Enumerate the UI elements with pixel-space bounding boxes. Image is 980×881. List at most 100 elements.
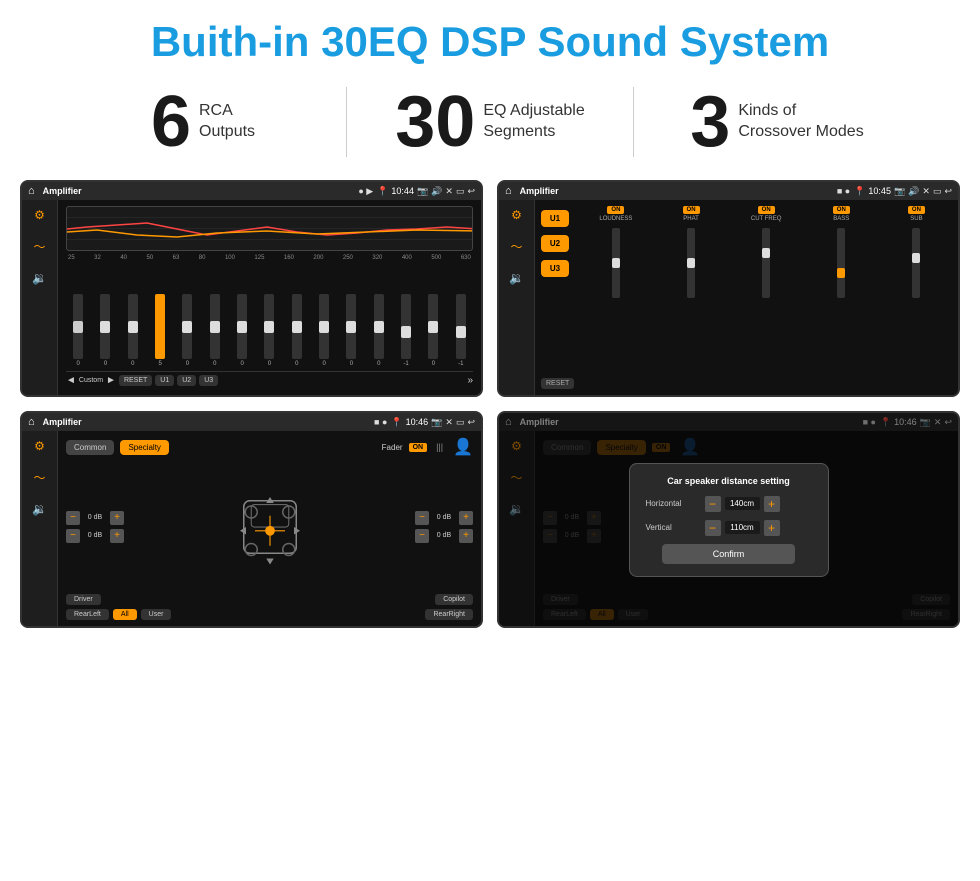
- fader-tab-common[interactable]: Common: [66, 440, 114, 455]
- eq-slider-5[interactable]: 0: [210, 294, 220, 367]
- dialog-horizontal-row: Horizontal − 140cm +: [646, 496, 812, 512]
- eq-left-sidebar: ⚙ 〜 🔉: [22, 200, 58, 395]
- fader-sidebar-speaker[interactable]: 🔉: [32, 502, 47, 516]
- eq-slider-2[interactable]: 0: [128, 294, 138, 367]
- fader-home-icon[interactable]: ⌂: [28, 416, 35, 428]
- fader-status-icons: 📍 10:46 📷 ✕ ▭ ↩: [391, 417, 475, 428]
- fader-top: Common Specialty Fader ON ||| 👤: [66, 437, 473, 457]
- loudness-on: ON: [607, 206, 624, 214]
- fader-time: 10:46: [406, 417, 429, 427]
- fader-db-control-2: − 0 dB +: [415, 511, 473, 525]
- fader-db-plus-2[interactable]: +: [459, 511, 473, 525]
- crossover-u2-btn[interactable]: U2: [541, 235, 569, 252]
- x-icon: ✕: [445, 186, 453, 197]
- fader-label: Fader: [382, 443, 403, 452]
- eq-slider-1[interactable]: 0: [100, 294, 110, 367]
- eq-prev-arrow[interactable]: ◄: [66, 375, 76, 386]
- fader-db-minus-0[interactable]: −: [66, 511, 80, 525]
- fader-db-minus-2[interactable]: −: [415, 511, 429, 525]
- eq-slider-8[interactable]: 0: [292, 294, 302, 367]
- eq-slider-11[interactable]: 0: [374, 294, 384, 367]
- crossover-home-icon[interactable]: ⌂: [505, 185, 512, 197]
- fader-sidebar-wave[interactable]: 〜: [33, 469, 45, 486]
- cutfreq-ctrl: ON CUT FREQ: [731, 206, 802, 389]
- fader-db-plus-1[interactable]: +: [110, 529, 124, 543]
- eq-slider-3[interactable]: 5: [155, 294, 165, 367]
- fader-sidebar-tune[interactable]: ⚙: [34, 439, 45, 453]
- dialog-vertical-row: Vertical − 110cm +: [646, 520, 812, 536]
- crossover-sidebar-wave[interactable]: 〜: [510, 238, 522, 255]
- dialog-confirm-button[interactable]: Confirm: [662, 544, 795, 564]
- fader-db-minus-1[interactable]: −: [66, 529, 80, 543]
- fader-db-plus-3[interactable]: +: [459, 529, 473, 543]
- volume-icon: 🔊: [431, 186, 442, 197]
- bass-slider[interactable]: [806, 224, 877, 302]
- eq-slider-13[interactable]: 0: [428, 294, 438, 367]
- dialog-box: Car speaker distance setting Horizontal …: [629, 463, 829, 577]
- fader-copilot-btn[interactable]: Copilot: [435, 594, 473, 605]
- eq-sidebar-tune[interactable]: ⚙: [34, 208, 45, 222]
- crossover-x-icon: ✕: [922, 186, 930, 197]
- crossover-sidebar-tune[interactable]: ⚙: [511, 208, 522, 222]
- eq-slider-6[interactable]: 0: [237, 294, 247, 367]
- car-diagram-svg: [225, 482, 315, 572]
- fader-app-name: Amplifier: [43, 417, 370, 427]
- crossover-reset-btn[interactable]: RESET: [541, 378, 574, 389]
- phat-slider[interactable]: [655, 224, 726, 302]
- back-icon[interactable]: ↩: [467, 186, 475, 197]
- eq-u3-btn[interactable]: U3: [199, 375, 218, 386]
- fader-tab-specialty[interactable]: Specialty: [120, 440, 168, 455]
- stat-number-rca: 6: [151, 86, 191, 158]
- dialog-horizontal-minus[interactable]: −: [705, 496, 721, 512]
- fader-db-plus-0[interactable]: +: [110, 511, 124, 525]
- cutfreq-slider[interactable]: [731, 224, 802, 302]
- eq-u1-btn[interactable]: U1: [155, 375, 174, 386]
- eq-u2-btn[interactable]: U2: [177, 375, 196, 386]
- stats-row: 6 RCA Outputs 30 EQ Adjustable Segments …: [0, 76, 980, 176]
- dialog-horizontal-plus[interactable]: +: [764, 496, 780, 512]
- bass-ctrl: ON BASS: [806, 206, 877, 389]
- eq-slider-12[interactable]: -1: [401, 294, 411, 367]
- fader-rearright-btn[interactable]: RearRight: [425, 609, 473, 620]
- eq-sidebar-speaker[interactable]: 🔉: [32, 271, 47, 285]
- crossover-u1-btn[interactable]: U1: [541, 210, 569, 227]
- eq-dots: ● ▶: [358, 186, 373, 197]
- crossover-sidebar-speaker[interactable]: 🔉: [509, 271, 524, 285]
- fader-driver-btn[interactable]: Driver: [66, 594, 101, 605]
- fader-bottom-buttons-2: RearLeft All User RearRight: [66, 609, 473, 620]
- sub-slider[interactable]: [881, 224, 952, 302]
- eq-reset-btn[interactable]: RESET: [119, 375, 152, 386]
- eq-slider-14[interactable]: -1: [456, 294, 466, 367]
- crossover-left-sidebar: ⚙ 〜 🔉: [499, 200, 535, 395]
- dialog-vertical-minus[interactable]: −: [705, 520, 721, 536]
- eq-sliders: 0 0 0 5 0: [66, 265, 473, 367]
- eq-main-area: 25 32 40 50 63 80 100 125 160 200 250 32…: [58, 200, 481, 395]
- stat-label-rca: RCA Outputs: [199, 101, 255, 143]
- fader-back-icon[interactable]: ↩: [467, 417, 475, 428]
- home-icon[interactable]: ⌂: [28, 185, 35, 197]
- crossover-u3-btn[interactable]: U3: [541, 260, 569, 277]
- fader-user-btn[interactable]: User: [141, 609, 172, 620]
- fader-rearleft-btn[interactable]: RearLeft: [66, 609, 109, 620]
- loudness-slider[interactable]: [580, 224, 651, 302]
- dialog-vertical-label: Vertical: [646, 523, 701, 532]
- bass-on: ON: [833, 206, 850, 214]
- eq-slider-10[interactable]: 0: [346, 294, 356, 367]
- fader-db-minus-3[interactable]: −: [415, 529, 429, 543]
- eq-slider-9[interactable]: 0: [319, 294, 329, 367]
- fader-db-value-2: 0 dB: [432, 514, 456, 521]
- eq-sidebar-wave[interactable]: 〜: [33, 238, 45, 255]
- eq-next-arrow[interactable]: ►: [106, 375, 116, 386]
- eq-slider-7[interactable]: 0: [264, 294, 274, 367]
- dialog-horizontal-label: Horizontal: [646, 499, 701, 508]
- eq-slider-0[interactable]: 0: [73, 294, 83, 367]
- eq-slider-4[interactable]: 0: [182, 294, 192, 367]
- crossover-back-icon[interactable]: ↩: [944, 186, 952, 197]
- dialog-vertical-plus[interactable]: +: [764, 520, 780, 536]
- fader-all-btn[interactable]: All: [113, 609, 137, 620]
- eq-freq-labels: 25 32 40 50 63 80 100 125 160 200 250 32…: [66, 255, 473, 261]
- crossover-volume-icon: 🔊: [908, 186, 919, 197]
- eq-more-icon[interactable]: »: [467, 375, 473, 386]
- stat-crossover: 3 Kinds of Crossover Modes: [634, 86, 920, 158]
- stat-eq: 30 EQ Adjustable Segments: [347, 86, 633, 158]
